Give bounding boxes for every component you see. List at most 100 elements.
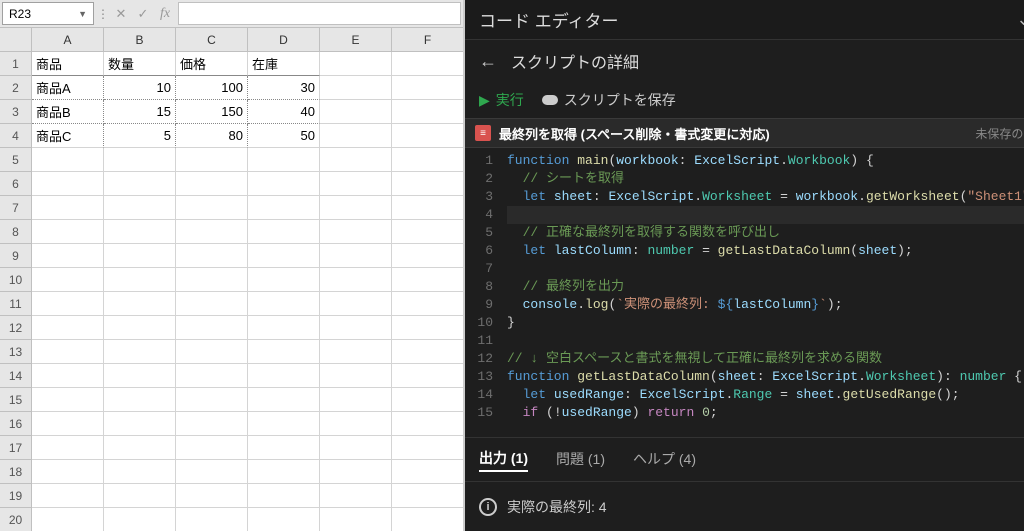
cell[interactable] [320, 340, 392, 364]
cell[interactable]: 商品 [32, 52, 104, 76]
cell[interactable] [176, 508, 248, 531]
cell[interactable]: 商品B [32, 100, 104, 124]
row-header[interactable]: 4 [0, 124, 32, 148]
cell[interactable] [320, 100, 392, 124]
cell[interactable] [392, 484, 463, 508]
cell[interactable] [104, 364, 176, 388]
cell[interactable] [104, 244, 176, 268]
cell[interactable]: 30 [248, 76, 320, 100]
row-header[interactable]: 18 [0, 460, 32, 484]
dropdown-icon[interactable]: ▼ [78, 9, 87, 19]
cell[interactable] [320, 196, 392, 220]
cell[interactable] [248, 292, 320, 316]
cell[interactable] [32, 196, 104, 220]
row-header[interactable]: 6 [0, 172, 32, 196]
col-header-C[interactable]: C [176, 28, 248, 52]
confirm-button[interactable]: ✓ [132, 0, 154, 27]
cell[interactable] [176, 340, 248, 364]
cell[interactable]: 価格 [176, 52, 248, 76]
row-header[interactable]: 9 [0, 244, 32, 268]
col-header-A[interactable]: A [32, 28, 104, 52]
code-line[interactable]: // シートを取得 [507, 170, 1024, 188]
row-header[interactable]: 17 [0, 436, 32, 460]
code-line[interactable]: // 最終列を出力 [507, 278, 1024, 296]
cell[interactable] [176, 412, 248, 436]
cell[interactable] [392, 76, 463, 100]
code-line[interactable]: if (!usedRange) return 0; [507, 404, 1024, 422]
row-header[interactable]: 15 [0, 388, 32, 412]
row-header[interactable]: 19 [0, 484, 32, 508]
cell[interactable] [104, 196, 176, 220]
cell[interactable] [104, 460, 176, 484]
code-line[interactable]: console.log(`実際の最終列: ${lastColumn}`); [507, 296, 1024, 314]
code-area[interactable]: 123456789101112131415 function main(work… [465, 148, 1024, 437]
cell[interactable] [248, 268, 320, 292]
cell[interactable]: 80 [176, 124, 248, 148]
cell[interactable] [248, 196, 320, 220]
cell[interactable] [176, 220, 248, 244]
cell[interactable] [104, 508, 176, 531]
cell[interactable] [392, 172, 463, 196]
cell[interactable] [248, 220, 320, 244]
cell[interactable]: 商品A [32, 76, 104, 100]
code-line[interactable] [507, 332, 1024, 350]
cell[interactable] [104, 148, 176, 172]
cell[interactable] [32, 436, 104, 460]
cell[interactable] [320, 436, 392, 460]
cell[interactable] [320, 364, 392, 388]
col-header-D[interactable]: D [248, 28, 320, 52]
col-header-F[interactable]: F [392, 28, 463, 52]
cell[interactable] [320, 388, 392, 412]
cell[interactable] [320, 508, 392, 531]
cell[interactable] [104, 172, 176, 196]
cell[interactable]: 100 [176, 76, 248, 100]
cell[interactable] [392, 148, 463, 172]
cell[interactable] [32, 268, 104, 292]
code-line[interactable]: let sheet: ExcelScript.Worksheet = workb… [507, 188, 1024, 206]
cell[interactable] [32, 412, 104, 436]
row-header[interactable]: 12 [0, 316, 32, 340]
cell[interactable] [104, 388, 176, 412]
fx-button[interactable]: fx [154, 0, 176, 27]
cell[interactable] [320, 124, 392, 148]
cell[interactable] [392, 52, 463, 76]
row-header[interactable]: 5 [0, 148, 32, 172]
cell[interactable] [320, 172, 392, 196]
cell[interactable] [392, 340, 463, 364]
cell[interactable] [392, 292, 463, 316]
row-header[interactable]: 20 [0, 508, 32, 531]
cell[interactable] [32, 364, 104, 388]
close-icon[interactable]: ⌄ [1016, 9, 1024, 30]
cell[interactable]: 50 [248, 124, 320, 148]
select-all-corner[interactable] [0, 28, 32, 52]
cell[interactable] [104, 340, 176, 364]
cell[interactable] [392, 100, 463, 124]
cancel-button[interactable]: ✕ [110, 0, 132, 27]
cell[interactable] [392, 316, 463, 340]
row-header[interactable]: 7 [0, 196, 32, 220]
cell[interactable] [32, 460, 104, 484]
cell[interactable] [320, 220, 392, 244]
code-line[interactable]: // 正確な最終列を取得する関数を呼び出し [507, 224, 1024, 242]
back-icon[interactable]: ← [479, 51, 497, 72]
cell[interactable] [32, 316, 104, 340]
cell[interactable] [176, 460, 248, 484]
cell[interactable] [392, 364, 463, 388]
col-header-E[interactable]: E [320, 28, 392, 52]
code-line[interactable]: let lastColumn: number = getLastDataColu… [507, 242, 1024, 260]
cell[interactable] [392, 412, 463, 436]
cell[interactable] [392, 244, 463, 268]
cell[interactable] [32, 244, 104, 268]
cell[interactable] [248, 484, 320, 508]
code-line[interactable]: // ↓ 空白スペースと書式を無視して正確に最終列を求める関数 [507, 350, 1024, 368]
cell[interactable]: 数量 [104, 52, 176, 76]
row-header[interactable]: 14 [0, 364, 32, 388]
run-button[interactable]: ▶ 実行 [479, 90, 524, 110]
cell[interactable] [176, 292, 248, 316]
formula-input[interactable] [178, 2, 461, 25]
cell[interactable] [320, 484, 392, 508]
cell[interactable] [176, 196, 248, 220]
save-button[interactable]: スクリプトを保存 [542, 90, 676, 110]
cell[interactable] [176, 484, 248, 508]
cell[interactable] [176, 316, 248, 340]
